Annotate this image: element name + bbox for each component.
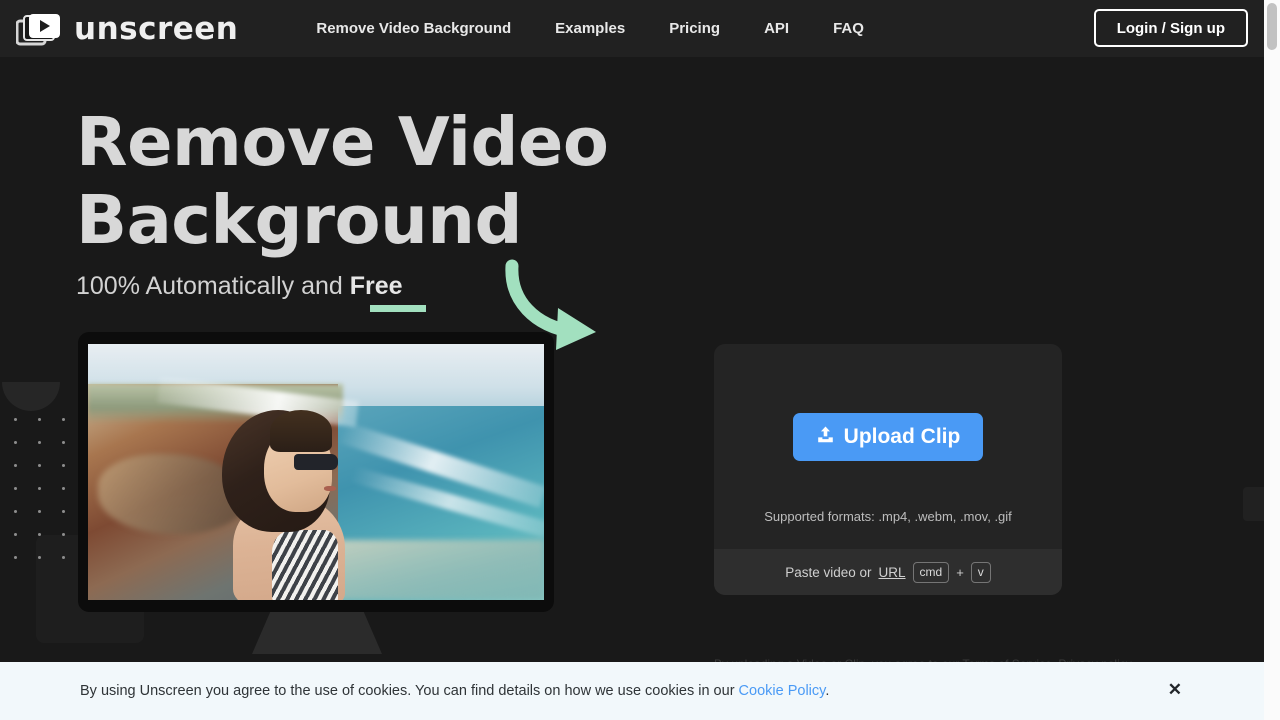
- key-badge-v: v: [970, 561, 991, 583]
- nav-item-examples[interactable]: Examples: [533, 12, 647, 45]
- cookie-message-after: .: [825, 683, 830, 699]
- monitor-stand: [252, 612, 382, 654]
- cookie-policy-link[interactable]: Cookie Policy: [739, 683, 826, 699]
- video-frames-play-icon: [15, 12, 62, 46]
- top-navbar: unscreen Remove Video Background Example…: [0, 0, 1264, 57]
- video-preview-screen[interactable]: [88, 344, 544, 600]
- page-title-line1: Remove Video: [76, 103, 609, 181]
- close-icon[interactable]: ✕: [1168, 681, 1182, 698]
- page-root: unscreen Remove Video Background Example…: [0, 0, 1280, 720]
- decor-dot: [14, 533, 17, 536]
- decor-dot: [38, 533, 41, 536]
- hero-subtitle-emphasis: Free: [349, 272, 403, 300]
- nav-links: Remove Video Background Examples Pricing…: [294, 12, 886, 45]
- key-badge-cmd: cmd: [912, 561, 950, 583]
- decor-dot: [38, 510, 41, 513]
- decor-dot: [14, 556, 17, 559]
- decor-dot: [38, 418, 41, 421]
- decor-dot: [62, 533, 65, 536]
- upload-clip-button[interactable]: Upload Clip: [793, 413, 983, 461]
- upload-icon: [816, 425, 835, 450]
- preview-person-hair-top: [270, 410, 332, 452]
- video-preview-monitor: [78, 332, 554, 612]
- decor-dot: [14, 441, 17, 444]
- paste-hint-bar: Paste video or URL cmd + v: [714, 549, 1062, 595]
- hero-subtitle: 100% Automatically and Free: [76, 272, 403, 301]
- nav-item-api[interactable]: API: [742, 12, 811, 45]
- decor-dot: [62, 464, 65, 467]
- cookie-message-before: By using Unscreen you agree to the use o…: [80, 683, 739, 699]
- free-underline-accent: [370, 305, 426, 312]
- preview-person-striped-top: [272, 530, 338, 600]
- supported-formats-text: Supported formats: .mp4, .webm, .mov, .g…: [764, 509, 1012, 524]
- upload-dropzone[interactable]: Upload Clip Supported formats: .mp4, .we…: [714, 344, 1062, 549]
- preview-person-lips: [324, 486, 336, 491]
- scrollbar-thumb[interactable]: [1267, 3, 1277, 50]
- scrollbar-track[interactable]: [1264, 0, 1280, 720]
- decor-dot: [62, 418, 65, 421]
- decor-semicircle: [2, 382, 60, 411]
- decor-dot: [38, 556, 41, 559]
- login-signup-button[interactable]: Login / Sign up: [1093, 9, 1248, 47]
- decor-dot: [62, 556, 65, 559]
- page-title-line2: Background: [76, 181, 522, 259]
- decor-dot: [14, 464, 17, 467]
- nav-item-remove-video-background[interactable]: Remove Video Background: [294, 12, 533, 45]
- decor-dot: [62, 510, 65, 513]
- paste-hint-label: Paste video or: [785, 564, 872, 580]
- cookie-consent-banner: By using Unscreen you agree to the use o…: [0, 662, 1264, 720]
- decor-dot: [14, 487, 17, 490]
- brand-logo[interactable]: unscreen: [15, 10, 239, 47]
- hero-subtitle-prefix: 100% Automatically and: [76, 272, 350, 300]
- decor-dot: [38, 441, 41, 444]
- decor-dot-grid: [14, 418, 72, 568]
- decor-dot: [62, 487, 65, 490]
- upload-clip-label: Upload Clip: [843, 425, 961, 448]
- upload-panel: Upload Clip Supported formats: .mp4, .we…: [714, 344, 1062, 595]
- nav-item-pricing[interactable]: Pricing: [647, 12, 742, 45]
- cookie-message: By using Unscreen you agree to the use o…: [80, 683, 829, 699]
- url-link[interactable]: URL: [879, 565, 906, 580]
- decor-dot: [14, 418, 17, 421]
- preview-person-sunglasses: [294, 454, 338, 470]
- brand-wordmark: unscreen: [74, 10, 239, 47]
- decor-dot: [14, 510, 17, 513]
- key-plus-sign: +: [956, 564, 964, 580]
- decor-dot: [38, 464, 41, 467]
- decor-dot: [62, 441, 65, 444]
- decor-dot: [38, 487, 41, 490]
- nav-item-faq[interactable]: FAQ: [811, 12, 886, 45]
- page-title: Remove Video Background: [76, 103, 696, 259]
